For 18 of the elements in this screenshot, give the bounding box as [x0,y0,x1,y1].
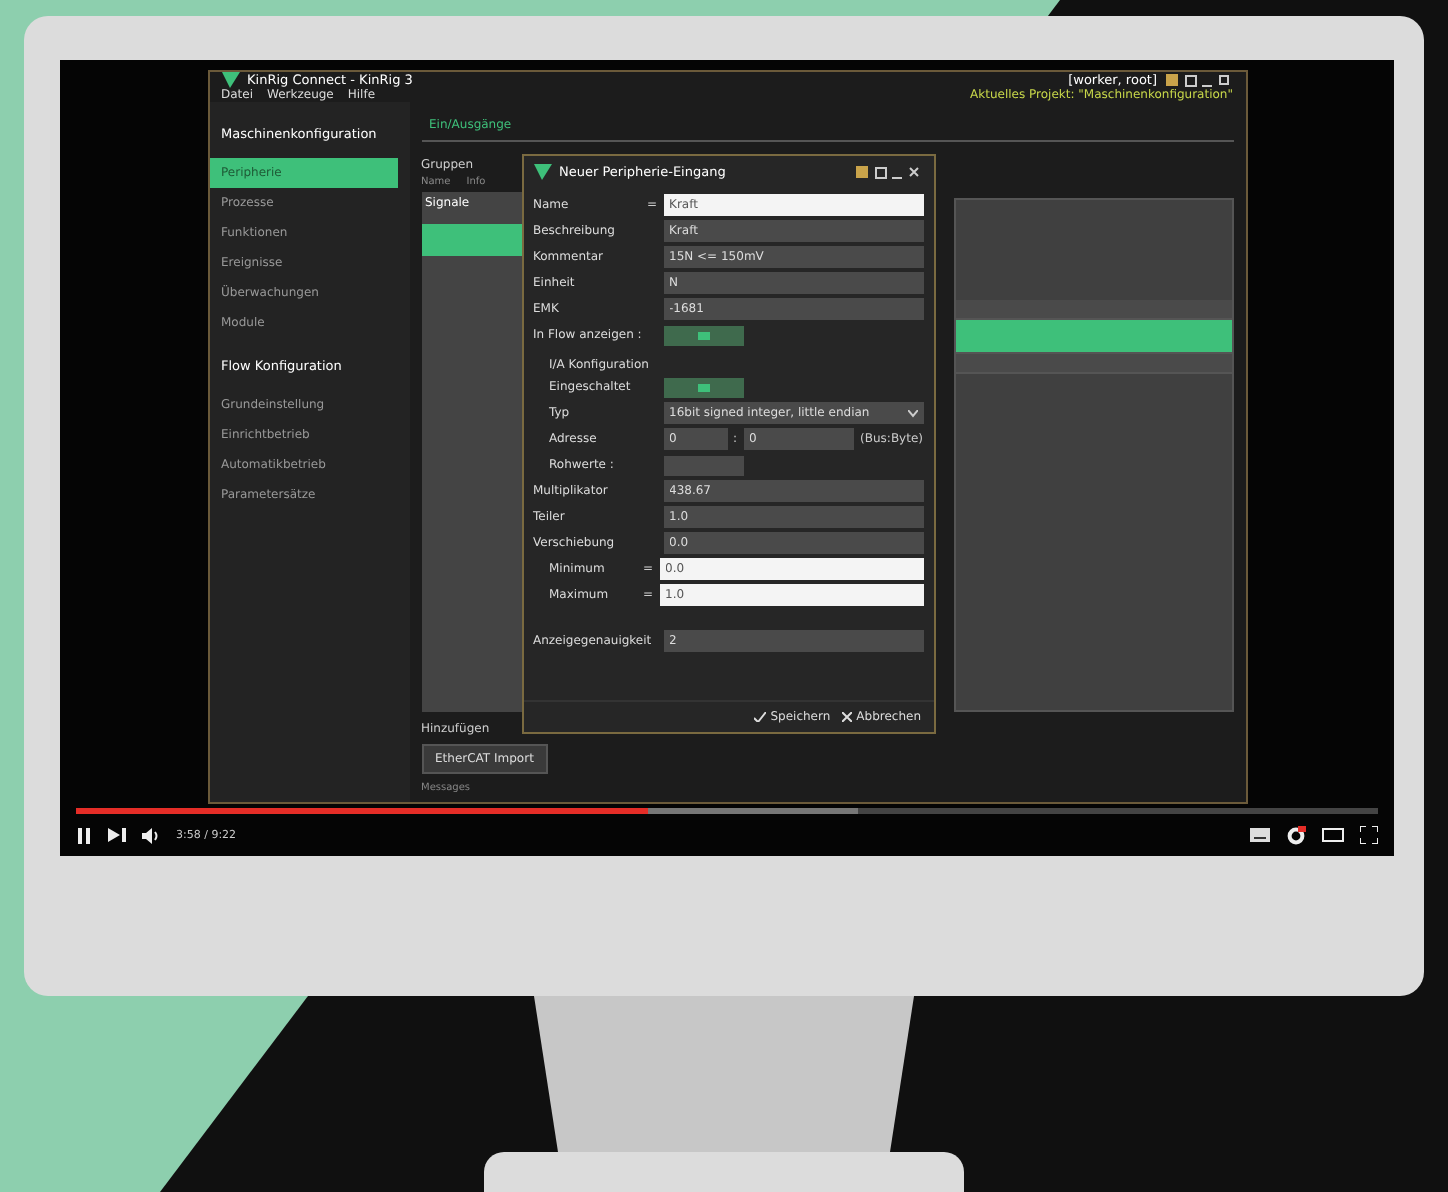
fullscreen-button[interactable] [1360,826,1378,844]
toggle-switch[interactable] [663,377,743,397]
chevron-icon [907,409,917,417]
toggle-switch[interactable] [663,325,743,345]
close-icon [842,712,853,722]
subtitles-button[interactable] [1250,828,1270,842]
settings-button[interactable] [1286,825,1306,845]
signal-row[interactable] [955,320,1231,354]
window-controls-icon [1165,73,1233,87]
volume-button[interactable] [142,827,160,843]
skip-next-button[interactable] [108,828,126,842]
logo-icon [533,164,551,180]
pause-button[interactable] [76,827,92,843]
progress-track[interactable] [76,808,1378,814]
check-icon [754,712,767,722]
theater-mode-button[interactable] [1322,828,1344,842]
logo-icon [221,72,239,88]
window-controls-icon [855,165,923,179]
